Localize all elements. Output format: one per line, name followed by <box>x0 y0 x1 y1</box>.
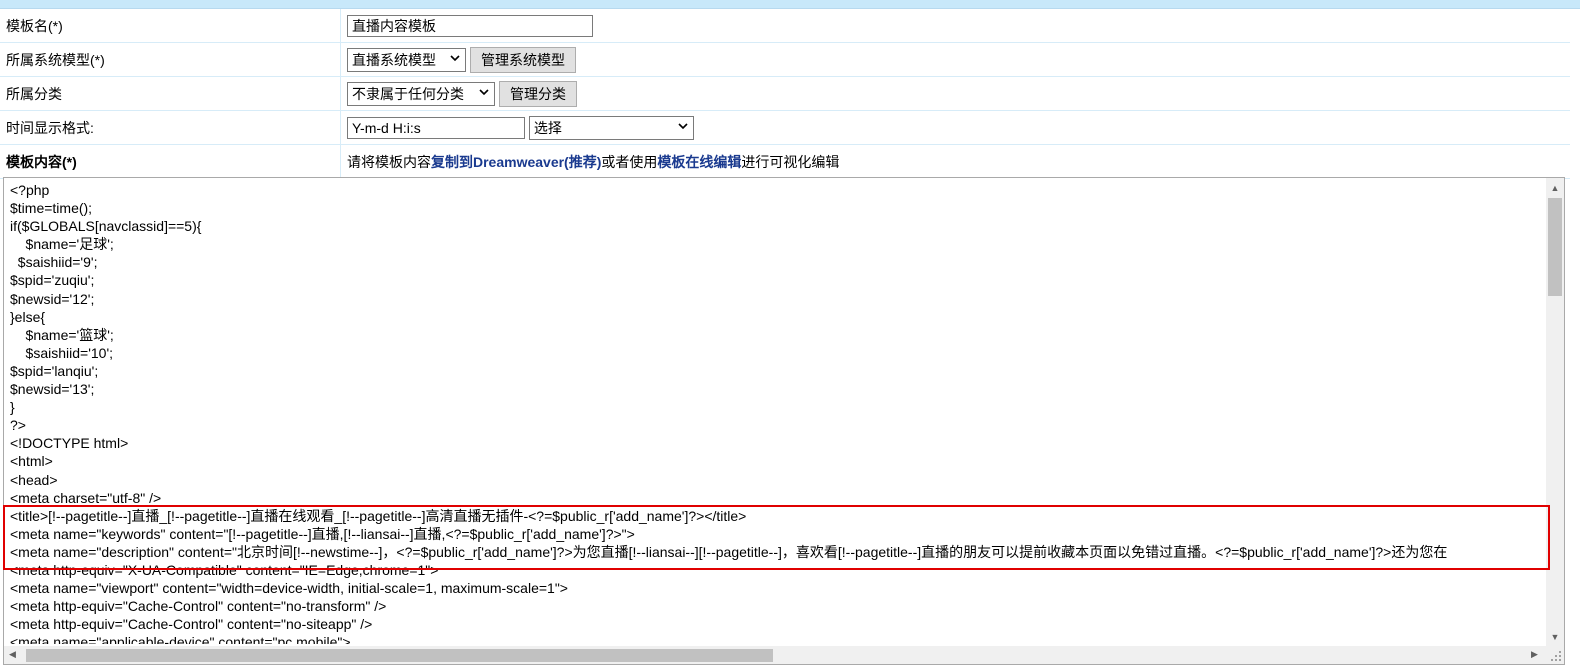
content-hint-pre: 请将模板内容 <box>347 153 431 170</box>
chevron-down-icon <box>479 88 489 95</box>
row-template-name: 模板名(*) <box>0 9 1570 43</box>
row-time-format: 时间显示格式: 选择 <box>0 110 1570 145</box>
system-model-selected: 直播系统模型 <box>352 51 436 68</box>
copy-to-dreamweaver-link[interactable]: 复制到Dreamweaver(推荐) <box>431 154 601 170</box>
scroll-left-icon[interactable]: ◀ <box>9 649 19 659</box>
scroll-up-icon[interactable]: ▲ <box>1550 183 1560 193</box>
row-category: 所属分类 不隶属于任何分类 管理分类 <box>0 76 1570 111</box>
code-content[interactable]: <?php $time=time(); if($GLOBALS[navclass… <box>10 181 1542 644</box>
system-model-label: 所属系统模型(*) <box>0 42 341 77</box>
template-code-textarea[interactable]: <?php $time=time(); if($GLOBALS[navclass… <box>3 177 1565 665</box>
chevron-down-icon <box>450 54 460 61</box>
manage-model-button[interactable]: 管理系统模型 <box>470 46 576 73</box>
system-model-select[interactable]: 直播系统模型 <box>347 47 466 72</box>
category-label: 所属分类 <box>0 76 341 111</box>
content-label: 模板内容(*) <box>0 144 341 179</box>
scroll-right-icon[interactable]: ▶ <box>1531 649 1541 659</box>
time-format-select[interactable]: 选择 <box>528 115 694 140</box>
vertical-scrollbar[interactable]: ▲ ▼ <box>1546 178 1564 646</box>
chevron-down-icon <box>678 122 688 129</box>
horizontal-scroll-thumb[interactable] <box>26 649 773 662</box>
row-content: 模板内容(*) 请将模板内容复制到Dreamweaver(推荐)或者使用模板在线… <box>0 144 1570 179</box>
scroll-down-icon[interactable]: ▼ <box>1550 632 1560 642</box>
time-format-select-label: 选择 <box>533 119 562 136</box>
annotation-highlight-box <box>3 505 1550 570</box>
online-edit-link[interactable]: 模板在线编辑 <box>657 154 741 170</box>
template-form: 模板名(*) 所属系统模型(*) 直播系统模型 管理系统模型 所属分类 不隶属于… <box>0 9 1570 179</box>
content-hint-mid: 或者使用 <box>601 153 658 170</box>
time-format-input[interactable] <box>347 116 525 139</box>
vertical-scroll-thumb[interactable] <box>1548 198 1562 296</box>
template-name-label: 模板名(*) <box>0 9 341 43</box>
category-select[interactable]: 不隶属于任何分类 <box>347 81 495 106</box>
template-name-input[interactable] <box>347 14 593 37</box>
top-bar <box>0 0 1580 9</box>
content-hint-post: 进行可视化编辑 <box>741 153 840 170</box>
scroll-corner <box>1546 646 1564 664</box>
time-format-label: 时间显示格式: <box>0 110 341 145</box>
horizontal-scrollbar[interactable]: ◀ ▶ <box>4 646 1546 664</box>
resize-grip-icon[interactable] <box>1550 650 1562 662</box>
manage-category-button[interactable]: 管理分类 <box>499 80 577 107</box>
row-system-model: 所属系统模型(*) 直播系统模型 管理系统模型 <box>0 42 1570 77</box>
category-selected: 不隶属于任何分类 <box>352 85 464 102</box>
